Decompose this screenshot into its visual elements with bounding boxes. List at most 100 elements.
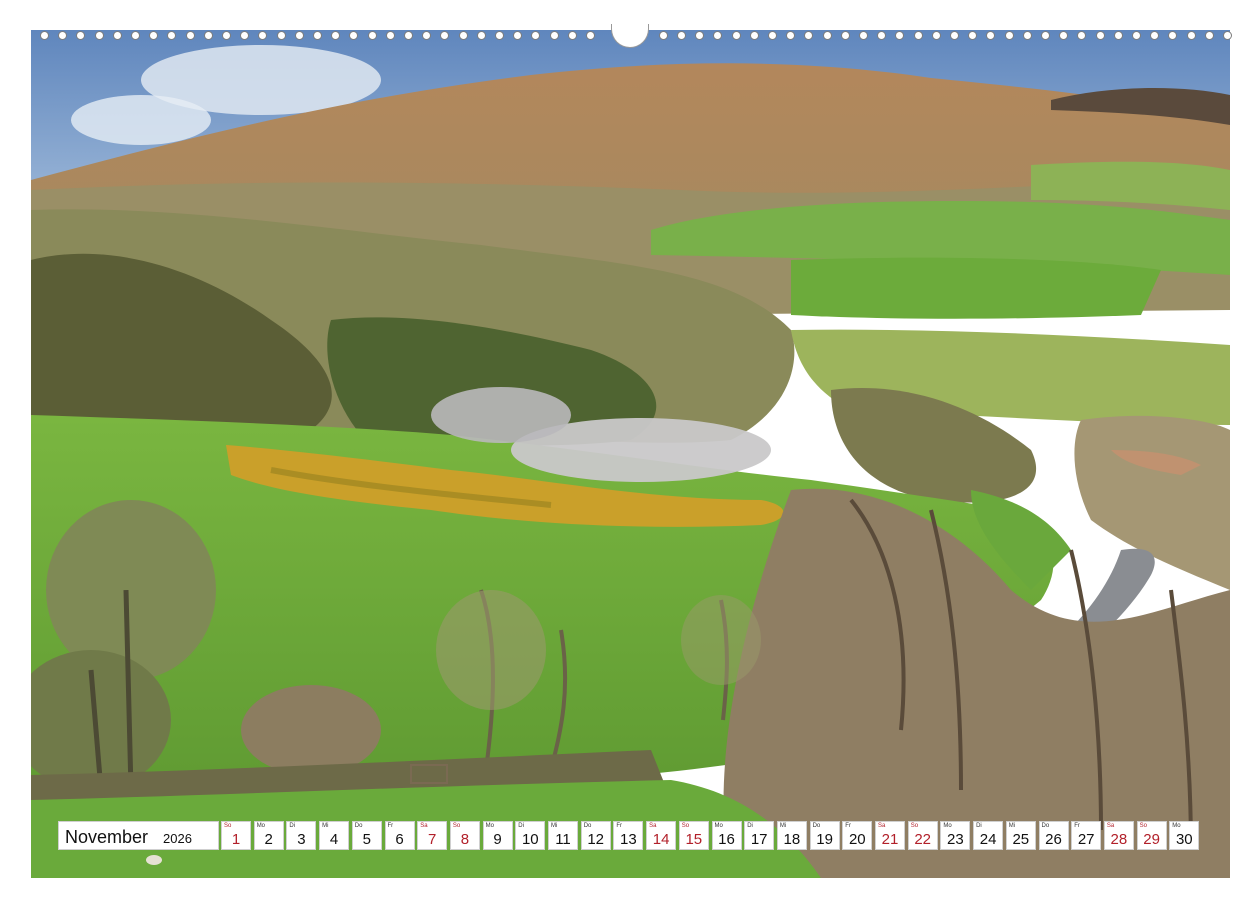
day-of-week: Mi — [779, 823, 787, 829]
binding-ring — [1150, 31, 1160, 40]
day-number: 8 — [460, 831, 470, 848]
day-number: 9 — [493, 831, 502, 848]
binding-ring — [1022, 31, 1032, 40]
binding-ring — [149, 31, 159, 40]
day-of-week: Mo — [1172, 823, 1181, 829]
day-number: 22 — [914, 831, 932, 848]
day-of-week: Fr — [387, 823, 394, 829]
day-cell: Fr 27 — [1071, 821, 1102, 850]
sheep — [146, 855, 162, 865]
day-cell: Fr 13 — [613, 821, 644, 850]
day-number: 20 — [848, 831, 866, 848]
day-number: 27 — [1077, 831, 1095, 848]
day-of-week: Mo — [485, 823, 494, 829]
day-cell: So 1 — [221, 821, 251, 850]
day-cell: Mo 23 — [940, 821, 971, 850]
binding-ring — [1041, 31, 1050, 40]
day-number: 17 — [750, 831, 768, 848]
binding-ring — [458, 31, 468, 40]
binding-ring — [1132, 31, 1141, 40]
day-cell: So 15 — [678, 821, 709, 850]
day-number: 18 — [783, 831, 801, 848]
day-of-week: So — [452, 823, 461, 829]
binding-ring — [131, 31, 140, 40]
binding-ring — [658, 31, 668, 40]
day-of-week: Sa — [878, 823, 886, 829]
day-of-week: Di — [747, 823, 753, 829]
binding-ring — [840, 31, 850, 40]
binding-ring — [513, 31, 523, 40]
binding-ring — [203, 31, 213, 40]
day-cell: Mo 16 — [711, 821, 742, 850]
day-of-week: So — [224, 823, 232, 829]
middle-field — [791, 257, 1161, 319]
binding-ring — [877, 31, 887, 40]
day-number: 11 — [555, 831, 571, 848]
binding-ring — [1059, 31, 1069, 40]
day-of-week: Mi — [322, 823, 329, 829]
binding-ring — [986, 31, 996, 40]
day-cell: Do 5 — [351, 821, 382, 850]
day-number: 25 — [1012, 831, 1030, 848]
day-number: 28 — [1110, 831, 1128, 848]
binding-ring — [94, 31, 104, 40]
day-number: 16 — [718, 831, 735, 848]
binding-ring — [1113, 31, 1123, 40]
day-cell: Di 3 — [286, 821, 317, 850]
binding-ring — [1223, 31, 1232, 40]
day-cell: Mi 4 — [319, 821, 350, 850]
day-number: 15 — [685, 831, 703, 848]
day-number: 4 — [329, 831, 339, 848]
binding-ring — [40, 31, 49, 40]
day-cell: Mo 30 — [1169, 821, 1200, 850]
binding-ring — [768, 31, 777, 40]
year: 2026 — [163, 831, 192, 846]
binding-ring — [968, 31, 978, 40]
day-of-week: Mi — [1008, 823, 1016, 829]
day-of-week: Di — [976, 823, 982, 829]
day-of-week: Do — [812, 823, 821, 829]
binding-ring — [222, 31, 231, 40]
day-cell: Mi 11 — [548, 821, 578, 850]
binding-ring — [950, 31, 959, 40]
day-number: 29 — [1143, 831, 1160, 848]
day-number: 30 — [1175, 831, 1193, 848]
day-of-week: Do — [1041, 823, 1050, 829]
binding-ring — [1186, 31, 1196, 40]
binding-ring — [749, 31, 759, 40]
day-of-week: Mi — [551, 823, 558, 829]
day-cell: Do 26 — [1038, 821, 1069, 850]
binding-ring — [1004, 31, 1014, 40]
day-cell: Fr 20 — [842, 821, 873, 850]
binding-ring — [1204, 31, 1214, 40]
day-of-week: Mo — [943, 823, 952, 829]
day-number: 23 — [947, 831, 964, 848]
day-number: 1 — [231, 831, 241, 848]
binding-ring — [367, 31, 377, 40]
day-number: 19 — [816, 831, 833, 848]
binding-ring — [695, 31, 705, 40]
binding-ring — [476, 31, 486, 40]
binding-ring — [1168, 31, 1178, 40]
day-cell: Di 10 — [515, 821, 546, 850]
binding-ring — [185, 31, 195, 40]
binding-ring — [276, 31, 286, 40]
binding-ring — [76, 31, 86, 40]
binding-ring — [422, 31, 432, 40]
day-number: 6 — [395, 831, 404, 848]
day-number: 12 — [587, 831, 605, 848]
day-cell: Mi 25 — [1005, 821, 1036, 850]
binding-ring — [1095, 31, 1105, 40]
day-number: 13 — [620, 831, 637, 848]
day-cell: Sa 7 — [417, 821, 448, 850]
day-cell: So 29 — [1136, 821, 1167, 850]
day-of-week: So — [910, 823, 919, 829]
day-cell: Mo 9 — [482, 821, 513, 850]
binding-ring — [385, 31, 395, 40]
binding-ring — [567, 31, 577, 40]
binding-ring — [440, 31, 450, 40]
day-cell: Do 19 — [809, 821, 840, 850]
binding-ring — [713, 31, 723, 40]
day-cell: Do 12 — [580, 821, 611, 850]
day-cell: Di 24 — [973, 821, 1004, 850]
